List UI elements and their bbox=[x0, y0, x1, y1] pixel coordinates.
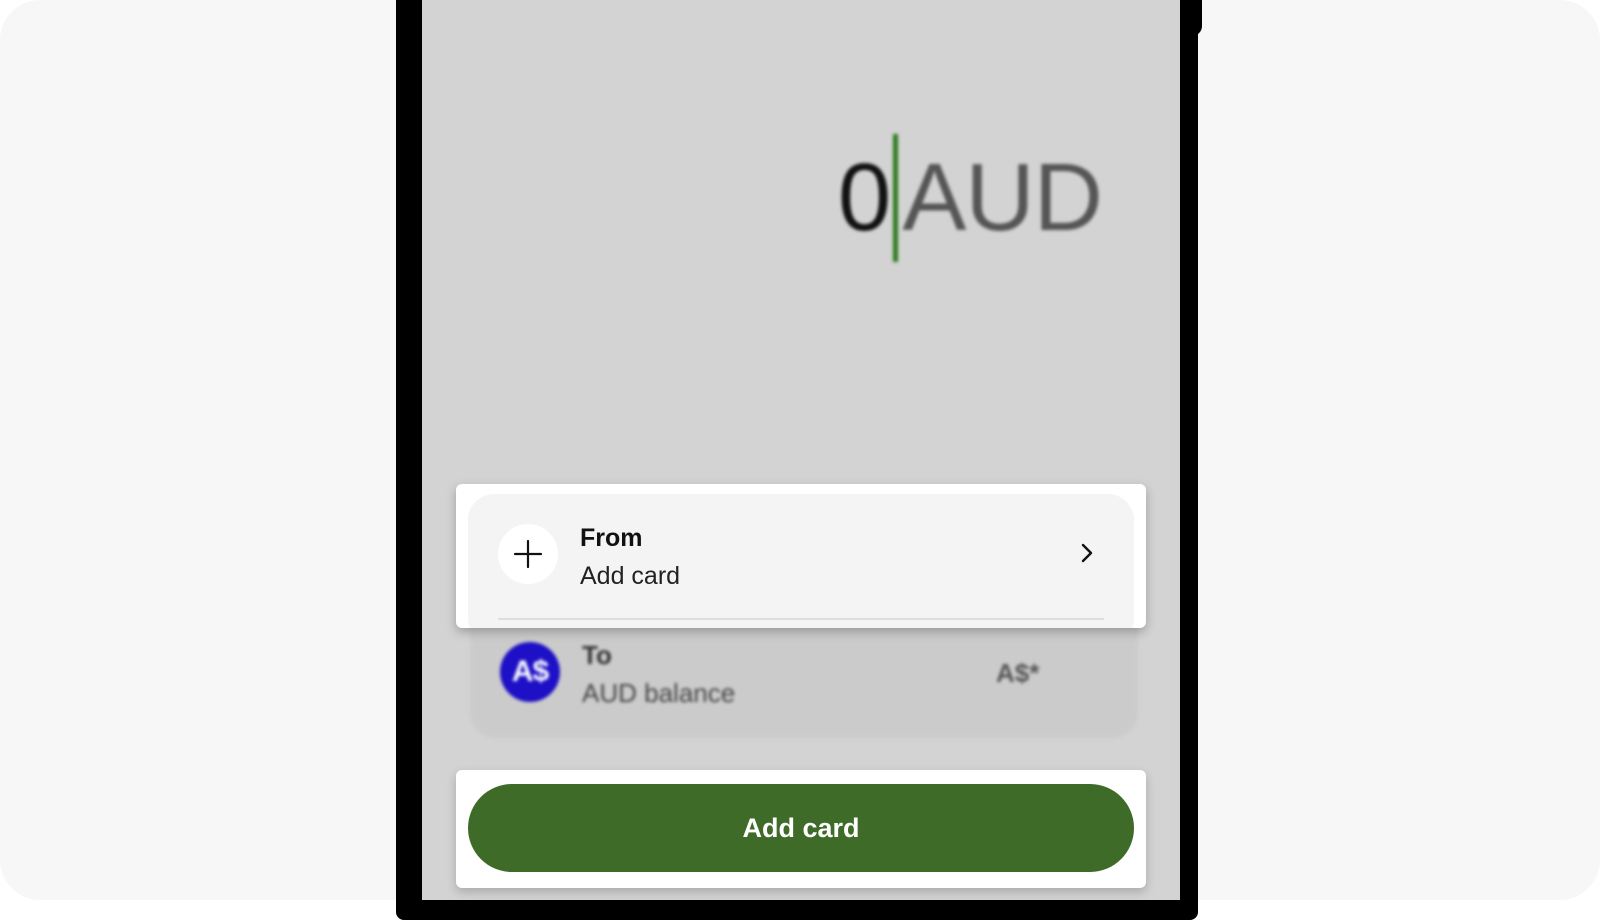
to-account-name: AUD balance bbox=[582, 678, 736, 708]
amount-value: 0 bbox=[837, 144, 891, 251]
device-frame-edge-left bbox=[396, 0, 422, 60]
add-card-button[interactable]: Add card bbox=[468, 784, 1134, 872]
plus-icon bbox=[513, 539, 543, 569]
to-label: To bbox=[582, 640, 612, 670]
chevron-right-icon[interactable] bbox=[1076, 542, 1098, 564]
phone-screen: 0 AUD A$ To AUD balance A$* From Add car… bbox=[422, 0, 1180, 900]
from-add-card-text: Add card bbox=[580, 562, 681, 590]
from-add-card-row[interactable]: From Add card bbox=[468, 494, 1134, 628]
amount-display[interactable]: 0 AUD bbox=[422, 128, 1180, 268]
from-label: From bbox=[580, 524, 643, 552]
amount-currency: AUD bbox=[902, 144, 1103, 251]
aud-currency-avatar: A$ bbox=[500, 642, 560, 702]
row-divider bbox=[498, 618, 1104, 620]
from-section-highlight: From Add card bbox=[456, 484, 1146, 628]
add-card-plus-button[interactable] bbox=[498, 524, 558, 584]
amount-input[interactable]: 0 AUD bbox=[837, 128, 1103, 268]
text-caret bbox=[893, 134, 899, 262]
to-balance-amount: A$* bbox=[996, 658, 1040, 688]
cta-highlight: Add card bbox=[456, 770, 1146, 888]
